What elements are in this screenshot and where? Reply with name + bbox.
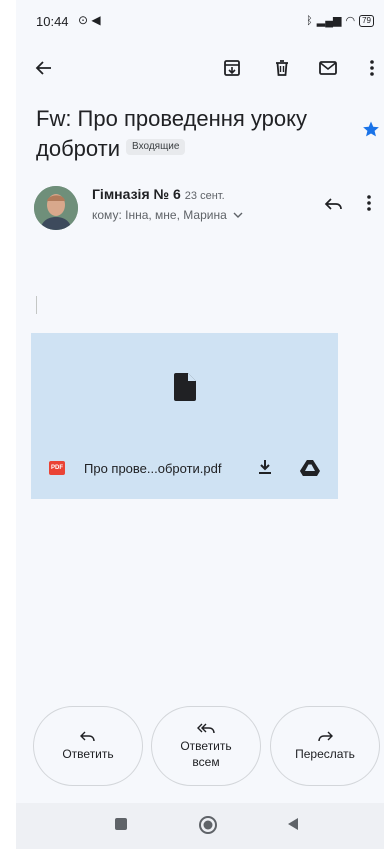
phone-screen: 10:44 ⊙ ◀ ᛒ ▂▄▆ ◠ 79 Fw: Про проведення … bbox=[16, 0, 384, 849]
back-button[interactable] bbox=[32, 56, 56, 80]
more-vert-icon bbox=[367, 195, 371, 211]
recipients-text: кому: Інна, мне, Марина bbox=[92, 208, 227, 222]
archive-button[interactable] bbox=[220, 56, 244, 80]
more-options-button[interactable] bbox=[360, 56, 384, 80]
download-icon bbox=[259, 460, 271, 474]
file-icon bbox=[174, 373, 196, 401]
attachment-preview bbox=[174, 373, 196, 406]
status-right-icons: ᛒ ▂▄▆ ◠ 79 bbox=[306, 14, 374, 27]
back-arrow-icon bbox=[35, 61, 51, 75]
forward-icon bbox=[318, 731, 333, 742]
reply-header-button[interactable] bbox=[324, 196, 344, 217]
pdf-icon: PDF bbox=[49, 461, 65, 475]
status-notification-icons: ⊙ ◀ bbox=[78, 13, 101, 27]
signal-icon: ▂▄▆ bbox=[316, 15, 342, 27]
star-icon bbox=[363, 121, 379, 137]
more-vert-icon bbox=[370, 60, 374, 76]
avatar-photo bbox=[34, 186, 78, 230]
archive-icon bbox=[224, 60, 240, 76]
square-icon bbox=[115, 818, 127, 830]
trash-icon bbox=[276, 60, 288, 76]
status-time: 10:44 bbox=[36, 14, 69, 29]
nav-back-button[interactable] bbox=[286, 817, 300, 836]
email-subject: Fw: Про проведення уроку доброти Входящие bbox=[36, 104, 356, 164]
text-cursor bbox=[36, 296, 37, 314]
inbox-label-badge[interactable]: Входящие bbox=[126, 139, 186, 156]
reply-all-icon bbox=[197, 723, 215, 734]
reply-icon bbox=[324, 198, 342, 210]
drive-icon bbox=[300, 460, 320, 476]
reply-all-button[interactable]: Ответить всем bbox=[151, 706, 261, 786]
download-button[interactable] bbox=[256, 458, 274, 481]
recents-button[interactable] bbox=[114, 817, 128, 836]
email-date: 23 сент. bbox=[184, 190, 225, 202]
reply-all-label: Ответить всем bbox=[180, 739, 232, 769]
sender-line: Гімназія № 6 23 сент. bbox=[92, 186, 225, 202]
reply-button[interactable]: Ответить bbox=[33, 706, 143, 786]
forward-label: Переслать bbox=[295, 747, 355, 761]
battery-indicator: 79 bbox=[359, 14, 374, 27]
mail-icon bbox=[319, 61, 337, 75]
home-circle-icon bbox=[199, 816, 217, 834]
toolbar bbox=[16, 48, 384, 88]
triangle-back-icon bbox=[288, 818, 298, 830]
system-nav-bar bbox=[16, 803, 384, 849]
bluetooth-icon: ᛒ bbox=[306, 14, 313, 27]
message-more-button[interactable] bbox=[366, 194, 372, 217]
sender-avatar[interactable] bbox=[34, 186, 78, 230]
home-button[interactable] bbox=[198, 815, 218, 840]
delete-button[interactable] bbox=[270, 56, 294, 80]
status-bar: 10:44 ⊙ ◀ ᛒ ▂▄▆ ◠ 79 bbox=[16, 0, 384, 44]
recipients-toggle[interactable]: кому: Інна, мне, Марина bbox=[92, 208, 243, 222]
forward-button[interactable]: Переслать bbox=[270, 706, 380, 786]
star-button[interactable] bbox=[362, 120, 380, 143]
mark-unread-button[interactable] bbox=[316, 56, 340, 80]
reply-label: Ответить bbox=[62, 747, 114, 761]
wifi-icon: ◠ bbox=[345, 15, 356, 27]
attachment-name: Про прове...оброти.pdf bbox=[84, 461, 222, 476]
sender-name: Гімназія № 6 bbox=[92, 186, 181, 202]
save-to-drive-button[interactable] bbox=[300, 460, 320, 481]
chevron-down-icon bbox=[233, 212, 243, 218]
reply-icon bbox=[80, 731, 95, 742]
